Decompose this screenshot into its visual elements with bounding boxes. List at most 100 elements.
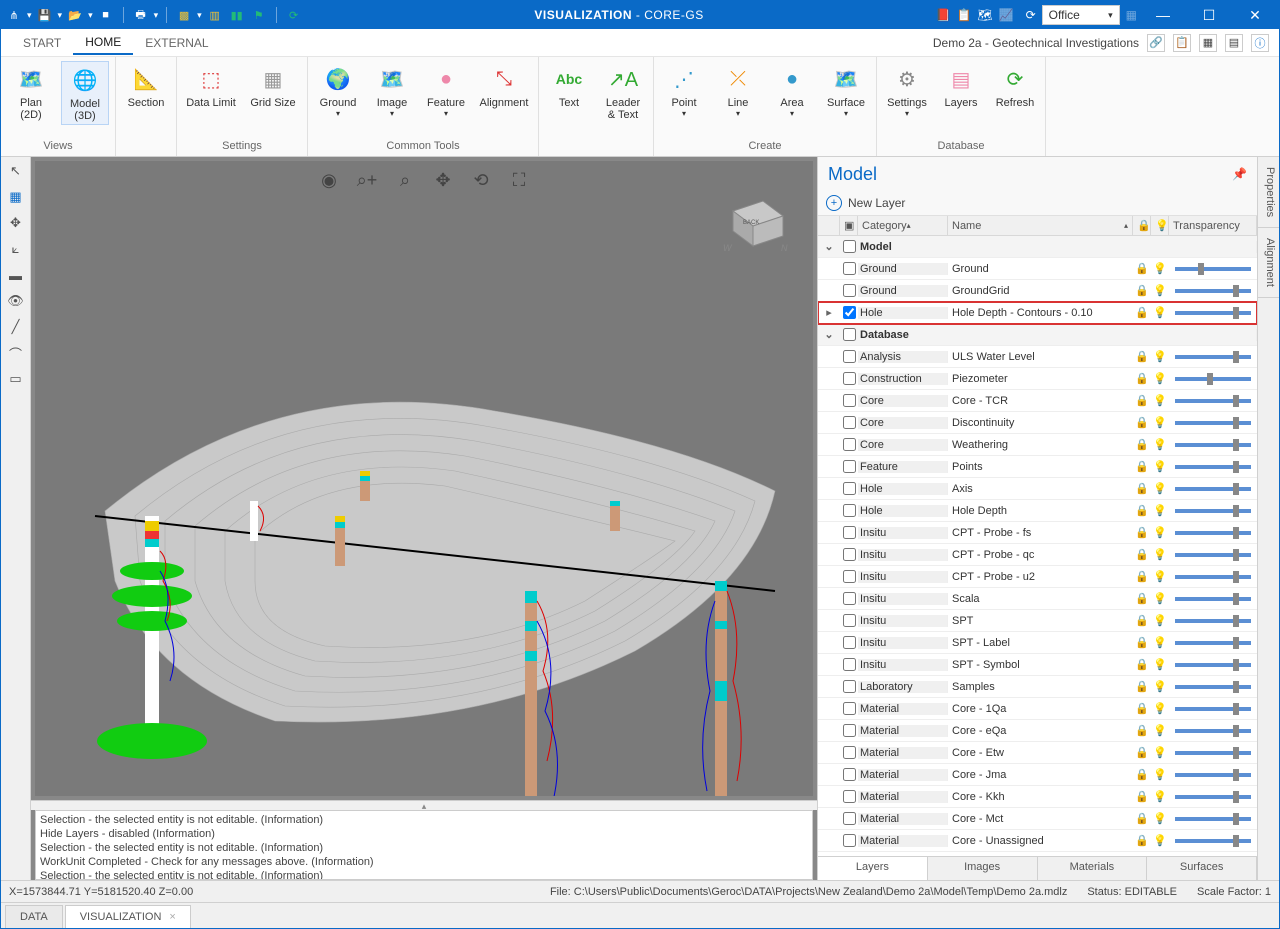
bulb-icon[interactable]: 💡 [1151, 416, 1169, 429]
maximize-button[interactable]: ☐ [1189, 1, 1229, 29]
bulb-icon[interactable]: 💡 [1151, 284, 1169, 297]
zoom-region-icon[interactable]: ⌕+ [354, 167, 380, 193]
new-layer-button[interactable]: + New Layer [818, 191, 1257, 216]
expand-icon[interactable]: ⛶ [506, 167, 532, 193]
layer-checkbox[interactable] [843, 570, 856, 583]
bulb-icon[interactable]: 💡 [1151, 262, 1169, 275]
point-button[interactable]: ⋰Point▾ [660, 61, 708, 120]
bulb-icon[interactable]: 💡 [1151, 768, 1169, 781]
area-button[interactable]: ●Area▾ [768, 61, 816, 120]
minimize-button[interactable]: — [1143, 1, 1183, 29]
layer-row[interactable]: Core Weathering 🔒 💡 [818, 434, 1257, 456]
view-cube[interactable]: BACK W N [713, 181, 793, 261]
db-refresh-button[interactable]: ⟳Refresh [991, 61, 1039, 111]
transparency-slider[interactable] [1175, 685, 1251, 689]
lock-icon[interactable]: 🔒 [1133, 284, 1151, 297]
layer-checkbox[interactable] [843, 658, 856, 671]
app-icon[interactable]: ⋔ [5, 6, 23, 24]
link-icon[interactable]: 🔗 [1147, 34, 1165, 52]
lock-icon[interactable]: 🔒 [1133, 790, 1151, 803]
lock-icon[interactable]: 🔒 [1133, 702, 1151, 715]
transparency-slider[interactable] [1175, 795, 1251, 799]
paste-icon[interactable]: 📋 [1173, 34, 1191, 52]
layer-group-row[interactable]: ⌄Model [818, 236, 1257, 258]
layer-checkbox[interactable] [843, 636, 856, 649]
surface-button[interactable]: 🗺️Surface▾ [822, 61, 870, 120]
line-button[interactable]: ⤫Line▾ [714, 61, 762, 120]
db-layers-button[interactable]: ▤Layers [937, 61, 985, 111]
bulb-icon[interactable]: 💡 [1151, 482, 1169, 495]
transparency-slider[interactable] [1175, 839, 1251, 843]
bulb-icon[interactable]: 💡 [1151, 658, 1169, 671]
transparency-slider[interactable] [1175, 355, 1251, 359]
layer-checkbox[interactable] [843, 702, 856, 715]
lock-icon[interactable]: 🔒 [1133, 548, 1151, 561]
layer-row[interactable]: Material Core - Mct 🔒 💡 [818, 808, 1257, 830]
transparency-slider[interactable] [1175, 663, 1251, 667]
bulb-icon[interactable]: 💡 [1151, 834, 1169, 847]
bulb-icon[interactable]: 💡 [1151, 592, 1169, 605]
stack-icon[interactable]: ▥ [206, 6, 224, 24]
layer-group-row[interactable]: ⌄Database [818, 324, 1257, 346]
lock-icon[interactable]: 🔒 [1133, 438, 1151, 451]
bulb-icon[interactable]: 💡 [1151, 306, 1169, 319]
db-settings-button[interactable]: ⚙Settings▾ [883, 61, 931, 120]
axis-tool[interactable]: ⟀ [6, 239, 26, 259]
close-tab-icon[interactable]: × [169, 911, 175, 923]
lock-icon[interactable]: 🔒 [1133, 526, 1151, 539]
chart-icon[interactable]: ▮▮ [228, 6, 246, 24]
data-limit-button[interactable]: ⬚Data Limit [183, 61, 239, 111]
sync-icon[interactable]: ⟳ [1026, 8, 1036, 22]
lock-icon[interactable]: 🔒 [1133, 680, 1151, 693]
orbit-icon[interactable]: ⟲ [468, 167, 494, 193]
layer-row[interactable]: Material Core - Etw 🔒 💡 [818, 742, 1257, 764]
lock-icon[interactable]: 🔒 [1133, 416, 1151, 429]
tab-home[interactable]: HOME [73, 31, 133, 55]
layer-row[interactable]: Analysis ULS Water Level 🔒 💡 [818, 346, 1257, 368]
3d-viewport[interactable]: ◉ ⌕+ ⌕ ✥ ⟲ ⛶ BACK W N [35, 161, 813, 796]
layer-row[interactable]: Insitu CPT - Probe - fs 🔒 💡 [818, 522, 1257, 544]
layer-row[interactable]: Ground Ground 🔒 💡 [818, 258, 1257, 280]
bulb-icon[interactable]: 💡 [1151, 570, 1169, 583]
grid-size-button[interactable]: ▦Grid Size [245, 61, 301, 111]
lock-icon[interactable]: 🔒 [1133, 394, 1151, 407]
bulb-icon[interactable]: 💡 [1151, 614, 1169, 627]
panel-icon[interactable]: ▤ [1225, 34, 1243, 52]
layer-row[interactable]: Ground GroundGrid 🔒 💡 [818, 280, 1257, 302]
bulb-icon[interactable]: 💡 [1151, 702, 1169, 715]
palette-tool[interactable]: ▬ [6, 265, 26, 285]
layer-row[interactable]: Insitu SPT - Label 🔒 💡 [818, 632, 1257, 654]
bulb-icon[interactable]: 💡 [1151, 636, 1169, 649]
layer-checkbox[interactable] [843, 438, 856, 451]
transparency-slider[interactable] [1175, 399, 1251, 403]
transparency-slider[interactable] [1175, 267, 1251, 271]
box-icon[interactable]: ▩ [175, 6, 193, 24]
group-checkbox[interactable] [843, 328, 856, 341]
print-icon[interactable]: 🖶 [132, 6, 150, 24]
pan-icon[interactable]: ✥ [430, 167, 456, 193]
section-button[interactable]: 📐Section [122, 61, 170, 111]
layer-checkbox[interactable] [843, 394, 856, 407]
transparency-slider[interactable] [1175, 465, 1251, 469]
eye-tool[interactable]: 👁 [6, 291, 26, 311]
layer-checkbox[interactable] [843, 592, 856, 605]
bulb-icon[interactable]: 💡 [1151, 372, 1169, 385]
transparency-slider[interactable] [1175, 619, 1251, 623]
transparency-slider[interactable] [1175, 751, 1251, 755]
layer-row[interactable]: Hole Axis 🔒 💡 [818, 478, 1257, 500]
move-tool[interactable]: ✥ [6, 213, 26, 233]
bulb-icon[interactable]: 💡 [1151, 504, 1169, 517]
doc-tab-visualization[interactable]: VISUALIZATION× [65, 905, 191, 928]
tab-external[interactable]: EXTERNAL [133, 32, 220, 54]
transparency-slider[interactable] [1175, 487, 1251, 491]
transparency-slider[interactable] [1175, 773, 1251, 777]
layer-row[interactable]: Insitu CPT - Probe - u2 🔒 💡 [818, 566, 1257, 588]
doc-tab-data[interactable]: DATA [5, 905, 63, 928]
flag-icon[interactable]: ⚑ [250, 6, 268, 24]
lock-icon[interactable]: 🔒 [1133, 306, 1151, 319]
transparency-slider[interactable] [1175, 575, 1251, 579]
clipboard-icon[interactable]: 📋 [956, 8, 971, 22]
lock-icon[interactable]: 🔒 [1133, 504, 1151, 517]
lock-icon[interactable]: 🔒 [1133, 262, 1151, 275]
bulb-icon[interactable]: 💡 [1151, 812, 1169, 825]
